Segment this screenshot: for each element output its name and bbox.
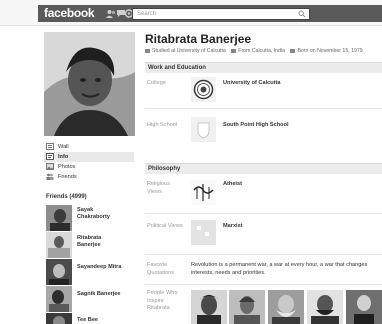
search-input[interactable]: Search <box>132 8 310 20</box>
divider <box>145 254 382 255</box>
profile-name: Ritabrata Banerjee <box>145 32 252 46</box>
inspiration-photo[interactable] <box>191 290 227 324</box>
marxist-page-icon[interactable] <box>191 220 216 245</box>
friend-name[interactable]: Sayandeep Mitra <box>77 264 121 271</box>
atheist-page-icon[interactable] <box>191 180 216 205</box>
search-icon[interactable] <box>298 10 306 18</box>
location-icon <box>231 48 237 53</box>
friends-icon <box>46 173 54 180</box>
profile-summary: Studied at University of Calcutta From C… <box>145 48 363 54</box>
photos-icon <box>46 163 54 170</box>
religious-views-label: Religious Views <box>147 181 171 195</box>
friend-avatar[interactable] <box>46 205 72 231</box>
friends-section-title[interactable]: Friends (4999) <box>46 194 87 200</box>
friend-requests-icon[interactable] <box>106 9 116 18</box>
sidebar-item-label: Wall <box>58 144 69 150</box>
friend-avatar[interactable] <box>46 286 72 312</box>
section-work-education: Work and Education <box>145 62 382 73</box>
friend-name[interactable]: Tee Bee <box>77 317 98 324</box>
high-school-value[interactable]: South Point High School <box>223 122 289 128</box>
political-views-label: Political Views <box>147 223 183 229</box>
sidebar-item-photos[interactable]: Photos <box>44 162 134 172</box>
top-bar: facebook Search <box>0 0 382 26</box>
inspiration-photo[interactable] <box>268 290 304 324</box>
friend-avatar[interactable] <box>46 313 72 324</box>
divider <box>145 108 382 109</box>
high-school-label: High School <box>147 122 178 128</box>
high-school-logo[interactable] <box>191 117 216 142</box>
sidebar-item-label: Info <box>58 154 69 160</box>
favorite-quotations-label: Favorite Quotations <box>147 262 175 276</box>
info-icon <box>46 153 54 160</box>
college-logo[interactable] <box>191 77 216 102</box>
inspiration-photo[interactable] <box>307 290 343 324</box>
wall-icon <box>46 143 54 150</box>
sidebar-item-label: Photos <box>58 164 76 170</box>
friend-avatar[interactable] <box>46 259 72 285</box>
sidebar-item-friends[interactable]: Friends <box>44 172 134 182</box>
inspiration-photo[interactable] <box>346 290 382 324</box>
favorite-quotation-text: Revolution is a permanent war, a war at … <box>191 262 368 276</box>
college-value[interactable]: University of Calcutta <box>223 80 281 86</box>
college-label: College <box>147 80 166 86</box>
political-views-value[interactable]: Marxist <box>223 223 243 229</box>
divider <box>145 284 382 285</box>
profile-picture[interactable] <box>44 32 135 136</box>
inspiration-photo[interactable] <box>229 290 265 324</box>
friend-name[interactable]: Sayak Chakraborty <box>77 207 110 221</box>
education-icon <box>145 48 150 53</box>
section-philosophy: Philosophy <box>145 163 382 174</box>
facebook-logo[interactable]: facebook <box>44 6 95 20</box>
birthday-icon <box>290 48 296 53</box>
friend-name[interactable]: Ritabrata Banerjee <box>77 235 101 249</box>
inspirations-label: People Who Inspire Ritabrata <box>147 290 178 311</box>
divider <box>145 213 382 214</box>
sidebar-item-info[interactable]: Info <box>44 152 134 162</box>
friend-avatar[interactable] <box>46 232 72 258</box>
friend-name[interactable]: Sagnik Banerjee <box>77 291 121 298</box>
sidebar-item-wall[interactable]: Wall <box>44 142 134 152</box>
religious-views-value[interactable]: Atheist <box>223 181 242 187</box>
sidebar-item-label: Friends <box>58 174 77 180</box>
search-placeholder: Search <box>137 11 157 17</box>
